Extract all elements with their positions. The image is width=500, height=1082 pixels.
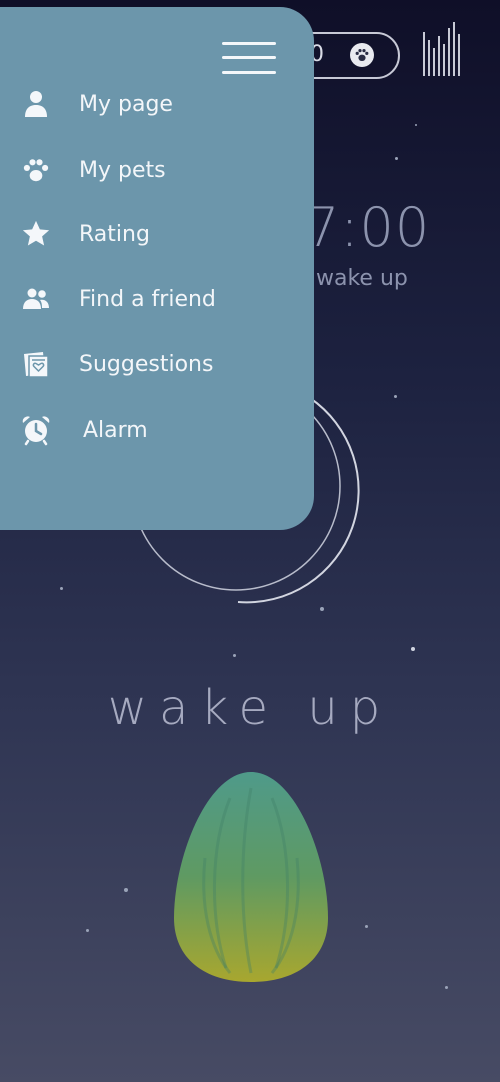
menu-item-label: Find a friend: [79, 286, 216, 312]
star: [445, 986, 448, 989]
paw-icon: [350, 43, 374, 67]
alarm-clock-icon: [18, 412, 54, 448]
menu-item-my-page[interactable]: My page: [0, 79, 300, 129]
wake-up-headline: wake up: [107, 680, 393, 736]
egg-pet[interactable]: [170, 768, 332, 986]
users-icon: [18, 281, 54, 317]
star: [365, 925, 368, 928]
equalizer-icon[interactable]: [420, 18, 464, 78]
star: [233, 654, 236, 657]
menu-item-find-a-friend[interactable]: Find a friend: [0, 274, 300, 324]
star: [411, 647, 415, 651]
menu-item-label: My pets: [79, 157, 166, 183]
alarm-time[interactable]: 7:00: [305, 196, 430, 259]
menu-item-my-pets[interactable]: My pets: [0, 145, 300, 195]
paw-icon: [18, 152, 54, 188]
alarm-label: wake up: [316, 266, 408, 291]
star: [394, 395, 397, 398]
star: [86, 929, 89, 932]
star-icon: [18, 216, 54, 252]
menu-item-label: Suggestions: [79, 351, 214, 377]
star: [415, 124, 417, 126]
menu-item-alarm[interactable]: Alarm: [0, 405, 300, 455]
menu-item-label: My page: [79, 91, 173, 117]
star: [395, 157, 398, 160]
suggestions-icon: [18, 346, 54, 382]
hamburger-menu-icon[interactable]: [222, 40, 278, 76]
star: [60, 587, 63, 590]
user-icon: [18, 86, 54, 122]
menu-item-label: Alarm: [83, 417, 148, 443]
menu-item-label: Rating: [79, 221, 150, 247]
star: [124, 888, 128, 892]
menu-item-rating[interactable]: Rating: [0, 209, 300, 259]
menu-item-suggestions[interactable]: Suggestions: [0, 339, 300, 389]
